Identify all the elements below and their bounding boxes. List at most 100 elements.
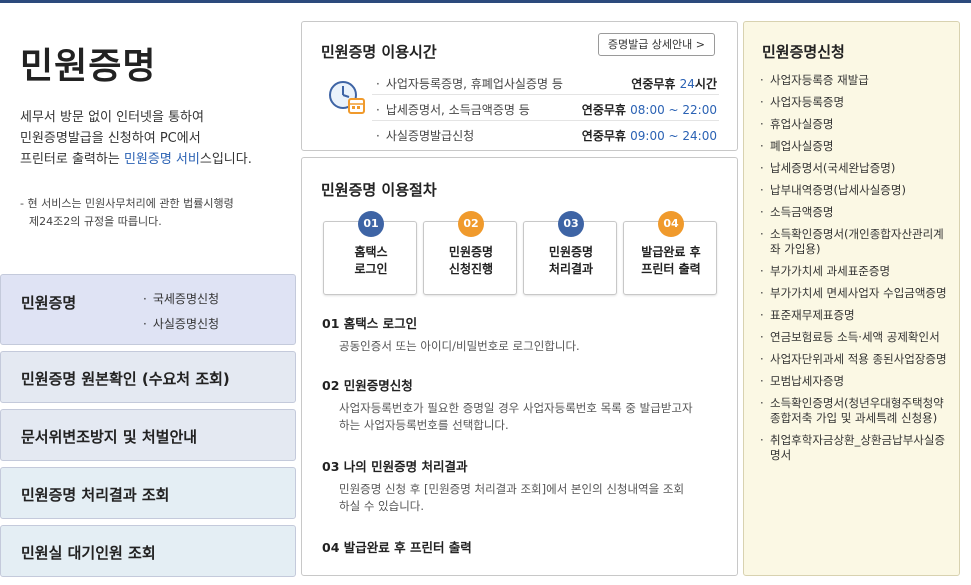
menu-forgery-prevention-label: 문서위변조방지 및 처벌안내 bbox=[21, 428, 198, 446]
certificate-request-title: 민원증명신청 bbox=[762, 43, 845, 61]
section-body-line: 사업자등록번호가 필요한 증명일 경우 사업자등록번호 목록 중 발급받고자 bbox=[339, 401, 693, 415]
section-heading: 02 민원증명신청 bbox=[322, 378, 413, 393]
section-body-line: 민원증명 신청 후 [민원증명 처리결과 조회]에서 본인의 신청내역을 조회 bbox=[339, 482, 685, 496]
section-body: 사업자등록번호가 필요한 증명일 경우 사업자등록번호 목록 중 발급받고자하는… bbox=[322, 400, 722, 434]
note-line-1: - 현 서비스는 민원사무처리에 관한 법률시행령 bbox=[20, 197, 234, 210]
step-number-badge: 01 bbox=[358, 211, 384, 237]
hours-row: 사업자등록증명, 휴폐업사실증명 등 연중무휴 24시간 bbox=[372, 69, 719, 95]
procedure-section: 03 나의 민원증명 처리결과 민원증명 신청 후 [민원증명 처리결과 조회]… bbox=[322, 456, 722, 515]
desc-line-2: 민원증명발급을 신청하여 PC에서 bbox=[20, 131, 201, 146]
procedure-section: 04 발급완료 후 프린터 출력 bbox=[322, 537, 722, 556]
hours-value-time: 08:00 ~ 22:00 bbox=[630, 103, 717, 117]
certificate-link[interactable]: 취업후학자금상환_상환금납부사실증명서 bbox=[758, 433, 948, 463]
hours-value-pre: 연중무휴 bbox=[631, 77, 680, 91]
menu-forgery-prevention[interactable]: 문서위변조방지 및 처벌안내 bbox=[0, 409, 296, 461]
civil-certificate-submenu: 국세증명신청 사실증명신청 bbox=[143, 287, 219, 337]
left-column: 민원증명 세무서 방문 없이 인터넷을 통하여 민원증명발급을 신청하여 PC에… bbox=[0, 3, 296, 585]
hours-value-time: 09:00 ~ 24:00 bbox=[630, 129, 717, 143]
certificate-link[interactable]: 부가가치세 과세표준증명 bbox=[758, 264, 948, 279]
hours-row-value: 연중무휴 08:00 ~ 22:00 bbox=[582, 101, 717, 118]
hours-value-pre: 연중무휴 bbox=[581, 103, 631, 117]
certificate-link[interactable]: 연금보험료등 소득·세액 공제확인서 bbox=[758, 330, 948, 345]
hours-table: 사업자등록증명, 휴폐업사실증명 등 연중무휴 24시간 납세증명서, 소득금액… bbox=[372, 69, 719, 147]
step-card: 02 민원증명신청진행 bbox=[423, 211, 518, 295]
hours-value-post: 시간 bbox=[694, 77, 717, 91]
hours-row-value: 연중무휴 24시간 bbox=[631, 75, 717, 92]
certificate-link[interactable]: 모범납세자증명 bbox=[758, 374, 948, 389]
menu-civil-certificate[interactable]: 민원증명 국세증명신청 사실증명신청 bbox=[0, 274, 296, 345]
section-body: 공동인증서 또는 아이디/비밀번호로 로그인합니다. bbox=[322, 338, 722, 355]
hours-row-label: 사실증명발급신청 bbox=[376, 127, 474, 144]
certificate-link[interactable]: 휴업사실증명 bbox=[758, 117, 948, 132]
step-label: 민원증명처리결과 bbox=[524, 244, 618, 278]
procedure-steps: 01 홈택스 로그인 02 민원증명 신청진행 03 민원증명 처리결과 04 발급완… bbox=[323, 211, 718, 295]
menu-civil-certificate-label: 민원증명 bbox=[21, 294, 77, 312]
section-heading: 04 발급완료 후 프린터 출력 bbox=[322, 540, 472, 555]
section-body-line: 공동인증서 또는 아이디/비밀번호로 로그인합니다. bbox=[339, 339, 580, 353]
step-card: 01 홈택스로그인 bbox=[323, 211, 418, 295]
step-label-line-2: 프린터 출력 bbox=[641, 262, 701, 276]
step-label-line-2: 처리결과 bbox=[548, 262, 594, 276]
certificate-link[interactable]: 납부내역증명(납세사실증명) bbox=[758, 183, 948, 198]
step-number-badge: 02 bbox=[458, 211, 484, 237]
step-label-line-1: 민원증명 bbox=[548, 245, 594, 259]
step-label: 민원증명신청진행 bbox=[424, 244, 518, 278]
certificate-link[interactable]: 사업자단위과세 적용 종된사업장증명 bbox=[758, 352, 948, 367]
menu-waiting-count-label: 민원실 대기인원 조회 bbox=[21, 544, 156, 562]
hours-value-pre: 연중무휴 bbox=[581, 129, 631, 143]
certificate-link[interactable]: 사업자등록증 재발급 bbox=[758, 73, 948, 88]
certificate-link[interactable]: 사업자등록증명 bbox=[758, 95, 948, 110]
section-body-line: 하는 사업자등록번호를 선택합니다. bbox=[339, 418, 509, 432]
submenu-fact-cert[interactable]: 사실증명신청 bbox=[143, 312, 219, 337]
procedure-panel: 민원증명 이용절차 01 홈택스로그인 02 민원증명신청진행 03 민원증명처… bbox=[301, 157, 738, 576]
step-card: 03 민원증명처리결과 bbox=[523, 211, 618, 295]
hours-row: 사실증명발급신청 연중무휴 09:00 ~ 24:00 bbox=[372, 121, 719, 147]
hours-title: 민원증명 이용시간 bbox=[321, 43, 437, 61]
hours-panel: 민원증명 이용시간 증명발급 상세안내 > 사업자등록증명, 휴폐업사실증명 등… bbox=[301, 21, 738, 151]
step-label: 발급완료 후프린터 출력 bbox=[624, 244, 718, 278]
detail-guide-button[interactable]: 증명발급 상세안내 > bbox=[597, 33, 715, 56]
step-card: 04 발급완료 후 프린터 출력 bbox=[623, 211, 718, 295]
hours-value-time: 24 bbox=[679, 77, 695, 91]
certificate-link[interactable]: 부가가치세 면세사업자 수입금액증명 bbox=[758, 286, 948, 301]
menu-processing-result-label: 민원증명 처리결과 조회 bbox=[21, 486, 170, 504]
procedure-section: 02 민원증명신청 사업자등록번호가 필요한 증명일 경우 사업자등록번호 목록… bbox=[322, 375, 722, 434]
hours-row-label: 사업자등록증명, 휴폐업사실증명 등 bbox=[376, 75, 563, 92]
legal-note: - 현 서비스는 민원사무처리에 관한 법률시행령 제24조2의 규정을 따릅니… bbox=[20, 195, 288, 231]
desc-highlight: 민원증명 서비 bbox=[123, 152, 200, 167]
certificate-link[interactable]: 표준재무제표증명 bbox=[758, 308, 948, 323]
certificate-link[interactable]: 폐업사실증명 bbox=[758, 139, 948, 154]
procedure-section: 01 홈택스 로그인 공동인증서 또는 아이디/비밀번호로 로그인합니다. bbox=[322, 313, 722, 355]
menu-original-verification-label: 민원증명 원본확인 (수요처 조회) bbox=[21, 370, 230, 388]
section-body: 민원증명 신청 후 [민원증명 처리결과 조회]에서 본인의 신청내역을 조회하… bbox=[322, 481, 722, 515]
hours-row-value: 연중무휴 09:00 ~ 24:00 bbox=[582, 127, 717, 144]
desc-line-3: 프린터로 출력하는 민원증명 서비스입니다. bbox=[20, 149, 290, 170]
step-label-line-1: 발급완료 후 bbox=[641, 245, 701, 259]
section-heading: 01 홈택스 로그인 bbox=[322, 316, 418, 331]
hours-row: 납세증명서, 소득금액증명 등 연중무휴 08:00 ~ 22:00 bbox=[372, 95, 719, 121]
certificate-link[interactable]: 소득확인증명서(개인종합자산관리계좌 가입용) bbox=[758, 227, 948, 257]
menu-waiting-count[interactable]: 민원실 대기인원 조회 bbox=[0, 525, 296, 577]
desc-line-3-post: 스입니다. bbox=[199, 152, 252, 167]
desc-line-1: 세무서 방문 없이 인터넷을 통하여 bbox=[20, 110, 204, 125]
certificate-list: 사업자등록증 재발급 사업자등록증명 휴업사실증명 폐업사실증명 납세증명서(국… bbox=[758, 73, 948, 470]
certificate-link[interactable]: 납세증명서(국세완납증명) bbox=[758, 161, 948, 176]
step-number-badge: 03 bbox=[558, 211, 584, 237]
step-label: 홈택스로그인 bbox=[324, 244, 418, 278]
section-heading: 03 나의 민원증명 처리결과 bbox=[322, 459, 468, 474]
step-label-line-1: 민원증명 bbox=[448, 245, 494, 259]
certificate-request-panel: 민원증명신청 사업자등록증 재발급 사업자등록증명 휴업사실증명 폐업사실증명 … bbox=[743, 21, 960, 576]
page-title: 민원증명 bbox=[20, 46, 157, 87]
submenu-national-tax-cert[interactable]: 국세증명신청 bbox=[143, 287, 219, 312]
section-body-line: 하실 수 있습니다. bbox=[339, 499, 425, 513]
step-label-line-1: 홈택스 bbox=[354, 245, 388, 259]
certificate-link[interactable]: 소득확인증명서(청년우대형주택청약종합저축 가입 및 과세특례 신청용) bbox=[758, 396, 948, 426]
procedure-title: 민원증명 이용절차 bbox=[321, 181, 437, 199]
menu-original-verification[interactable]: 민원증명 원본확인 (수요처 조회) bbox=[0, 351, 296, 403]
step-label-line-2: 로그인 bbox=[354, 262, 388, 276]
step-label-line-2: 신청진행 bbox=[448, 262, 494, 276]
desc-line-3-pre: 프린터로 출력하는 bbox=[20, 152, 124, 167]
menu-processing-result[interactable]: 민원증명 처리결과 조회 bbox=[0, 467, 296, 519]
service-description: 세무서 방문 없이 인터넷을 통하여 민원증명발급을 신청하여 PC에서 프린터… bbox=[20, 107, 290, 170]
certificate-link[interactable]: 소득금액증명 bbox=[758, 205, 948, 220]
